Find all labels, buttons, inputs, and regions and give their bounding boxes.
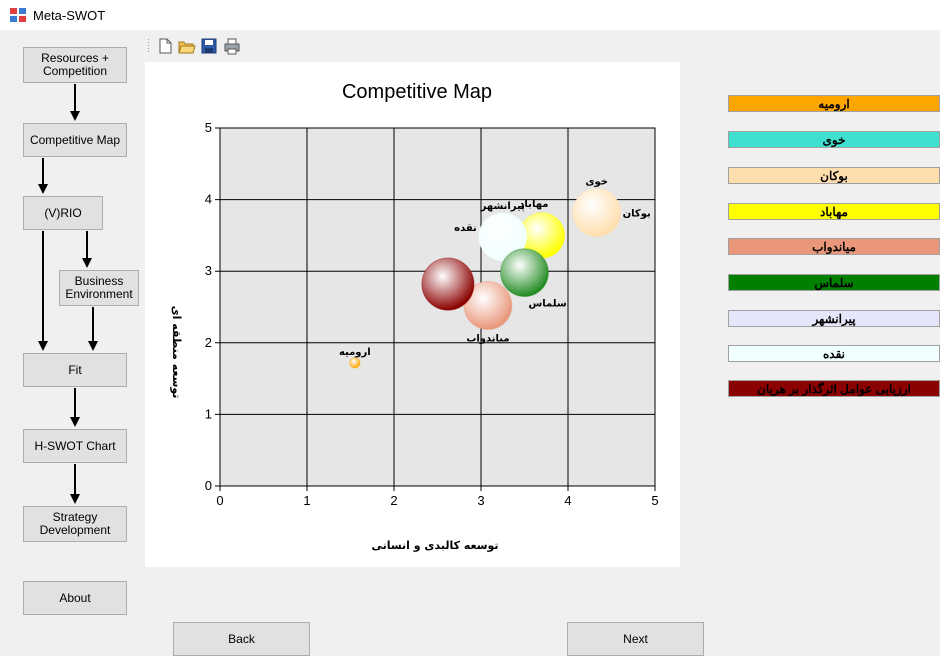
point-label: ارومیه bbox=[339, 347, 371, 358]
x-axis-label: توسعه کالبدی و انسانی bbox=[371, 539, 498, 552]
y-tick-label: 5 bbox=[205, 120, 212, 135]
y-tick-label: 1 bbox=[205, 406, 212, 421]
point-label: نقده bbox=[454, 223, 477, 234]
x-tick-label: 4 bbox=[564, 493, 571, 508]
legend-item[interactable]: سلماس bbox=[728, 274, 940, 291]
point-label: خوی bbox=[585, 177, 608, 188]
y-tick-label: 2 bbox=[205, 335, 212, 350]
y-tick-label: 3 bbox=[205, 263, 212, 278]
save-icon[interactable] bbox=[201, 38, 217, 54]
flow-arrows bbox=[38, 84, 98, 504]
chart-title: Competitive Map bbox=[342, 81, 492, 103]
x-tick-label: 0 bbox=[216, 493, 223, 508]
bubble-point bbox=[500, 248, 549, 298]
point-label: سلماس bbox=[529, 299, 567, 310]
y-axis-label: توسعه منطقه ای bbox=[170, 306, 183, 399]
back-button[interactable]: Back bbox=[173, 622, 310, 656]
toolbar bbox=[148, 37, 258, 55]
toolbar-grip bbox=[148, 39, 149, 52]
x-tick-label: 1 bbox=[303, 493, 310, 508]
legend-item[interactable]: ارومیه bbox=[728, 95, 940, 112]
chart-panel: Competitive Map ارومیه خوی بوکان مهاباد پیرا… bbox=[145, 62, 680, 567]
legend-item[interactable]: ارزیابی عوامل اثرگذار بر هریان bbox=[728, 380, 940, 397]
x-tick-label: 2 bbox=[390, 493, 397, 508]
y-tick-label: 0 bbox=[205, 478, 212, 493]
bubble-point bbox=[572, 188, 622, 237]
open-folder-icon[interactable] bbox=[178, 41, 196, 54]
y-tick-label: 4 bbox=[205, 192, 212, 207]
next-button[interactable]: Next bbox=[567, 622, 704, 656]
competitive-map-chart: Competitive Map ارومیهخویبوکانمهابادپیرا… bbox=[170, 81, 659, 552]
point-label: میاندواب bbox=[466, 333, 509, 344]
legend-item[interactable]: مهاباد bbox=[728, 203, 940, 220]
print-icon[interactable] bbox=[224, 38, 240, 55]
legend-item[interactable]: میاندواب bbox=[728, 238, 940, 255]
point-label: بوکان bbox=[623, 208, 651, 219]
legend-item[interactable]: خوی bbox=[728, 131, 940, 148]
x-tick-label: 5 bbox=[651, 493, 658, 508]
legend-item[interactable]: نقده bbox=[728, 345, 940, 362]
bubble-point bbox=[349, 357, 361, 369]
bubble-point bbox=[421, 257, 475, 311]
x-tick-label: 3 bbox=[477, 493, 484, 508]
new-file-icon[interactable] bbox=[159, 38, 172, 54]
about-button[interactable]: About bbox=[23, 581, 127, 615]
point-label: پیرانشهر bbox=[480, 201, 525, 212]
legend-item[interactable]: بوکان bbox=[728, 167, 940, 184]
legend-item[interactable]: پیرانشهر bbox=[728, 310, 940, 327]
